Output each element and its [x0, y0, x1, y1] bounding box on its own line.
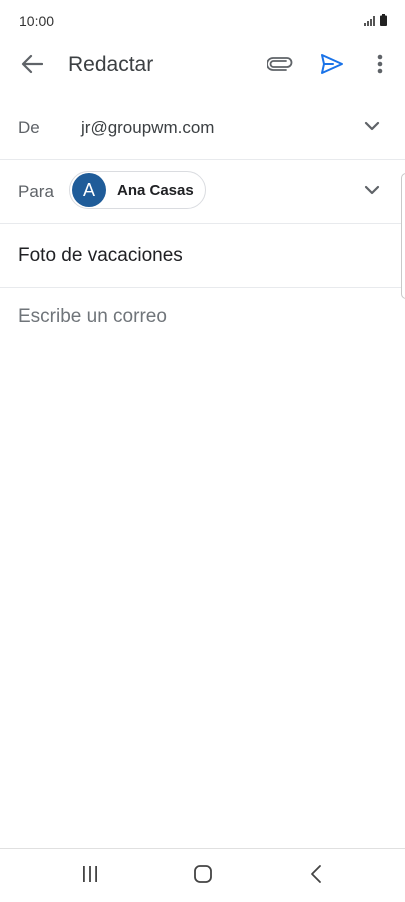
from-row: De jr@groupwm.com [0, 96, 405, 160]
more-vert-icon [377, 54, 383, 79]
to-row: Para A Ana Casas [0, 160, 405, 224]
avatar: A [72, 173, 106, 207]
status-time: 10:00 [19, 13, 55, 29]
navigation-bar [0, 848, 405, 902]
recipient-chip[interactable]: A Ana Casas [69, 171, 206, 209]
status-icons [364, 14, 387, 26]
paperclip-icon [266, 56, 293, 76]
attach-button[interactable] [264, 52, 296, 80]
to-label: Para [18, 182, 54, 201]
home-button[interactable] [188, 863, 218, 889]
home-icon [193, 864, 213, 889]
send-button[interactable] [316, 52, 348, 80]
page-title: Redactar [68, 53, 154, 76]
chevron-down-icon [364, 182, 380, 200]
app-bar: Redactar [0, 40, 405, 92]
back-button[interactable] [16, 52, 48, 80]
from-label: De [18, 118, 40, 137]
recents-icon [81, 865, 99, 888]
recipient-name: Ana Casas [117, 181, 194, 199]
status-bar: 10:00 [0, 0, 405, 40]
scroll-handle[interactable] [401, 173, 405, 299]
back-arrow-icon [21, 54, 44, 79]
from-expand-button[interactable] [361, 116, 383, 138]
battery-icon [380, 14, 387, 26]
subject-row: Foto de vacaciones [0, 224, 405, 288]
more-options-button[interactable] [366, 52, 394, 80]
signal-icon [364, 16, 376, 26]
body-input[interactable]: Escribe un correo [18, 306, 378, 328]
subject-field[interactable]: Foto de vacaciones [18, 245, 183, 267]
from-account[interactable]: jr@groupwm.com [81, 118, 214, 138]
send-icon [320, 53, 344, 80]
recents-button[interactable] [75, 863, 105, 889]
to-expand-button[interactable] [361, 180, 383, 202]
nav-back-icon [310, 864, 322, 889]
system-back-button[interactable] [301, 863, 331, 889]
chevron-down-icon [364, 118, 380, 136]
